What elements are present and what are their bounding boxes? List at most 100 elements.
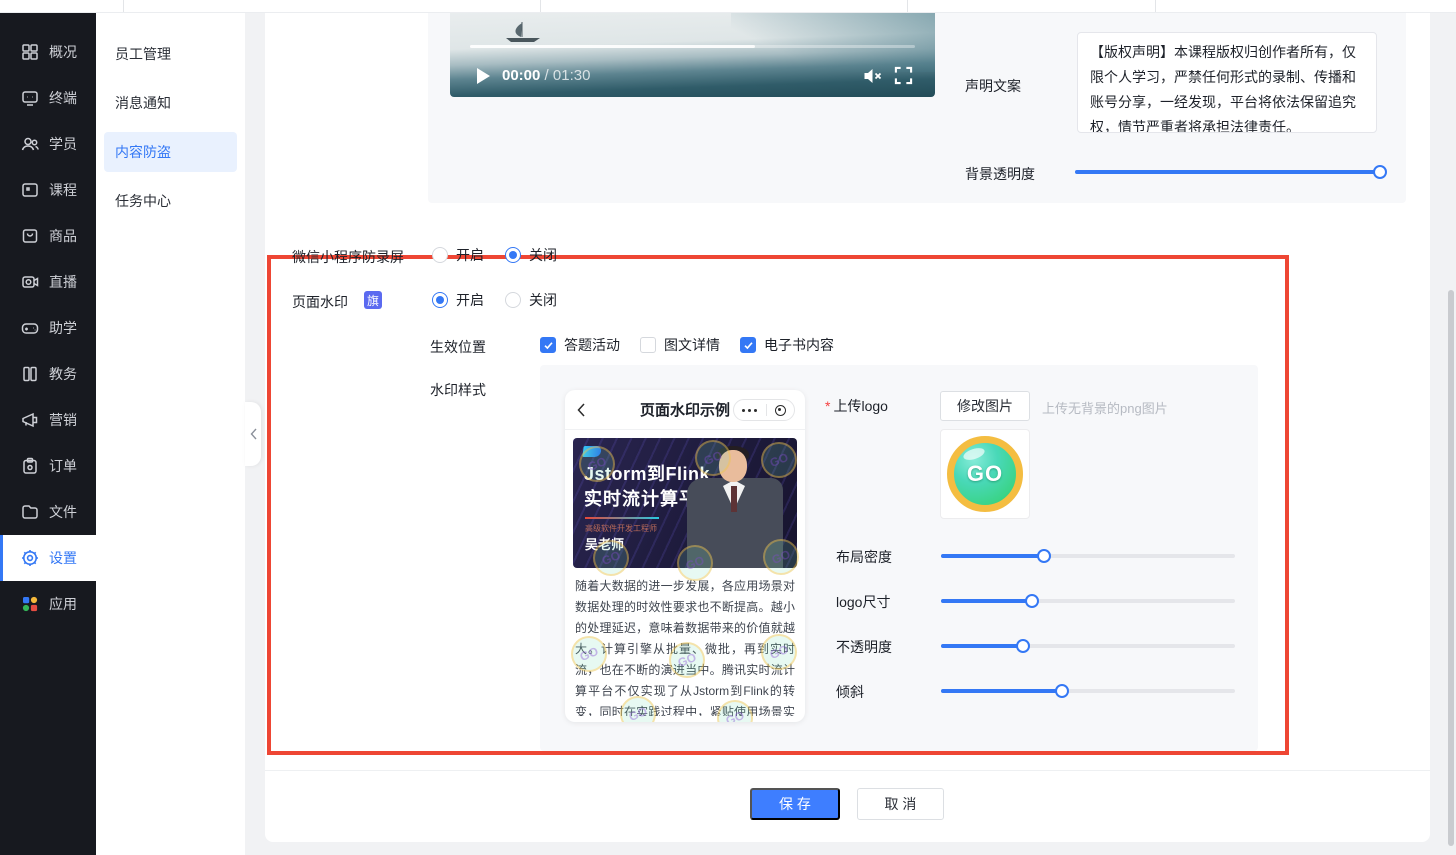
video-preview-player[interactable]: 00:00 / 01:30 [450,13,935,97]
bg-opacity-slider[interactable] [1075,170,1380,174]
sidebar-item-label: 终端 [49,88,77,108]
sidebar-item-terminal[interactable]: 终端 [0,75,96,121]
watermark-off-option[interactable]: 关闭 [505,290,557,310]
radio-unselected-icon[interactable] [505,292,521,308]
course-video-thumbnail: Jstorm到Flink 实时流计算平台 高级软件开发工程师 吴老师 [573,438,797,568]
logo-size-slider[interactable] [941,599,1235,603]
mute-icon[interactable] [863,67,883,85]
video-progress-bar[interactable] [470,45,915,48]
primary-sidebar: 概况 终端 学员 课程 商品 直播 助学 教务 营销 订单 文件 设置 [0,13,96,855]
sidebar-item-overview[interactable]: 概况 [0,29,96,75]
screen-record-label: 微信小程序防录屏 [292,247,404,267]
sidebar-item-apps[interactable]: 应用 [0,581,96,627]
sidebar-item-label: 文件 [49,502,77,522]
radio-selected-icon[interactable] [505,247,521,263]
academic-icon [20,364,40,384]
checkbox-checked-icon[interactable] [740,337,756,353]
page-watermark-row: 页面水印 旗 开启 关闭 [292,290,692,310]
sidebar-item-students[interactable]: 学员 [0,121,96,167]
files-icon [20,502,40,522]
sidebar-item-study-aid[interactable]: 助学 [0,305,96,351]
grid-icon [20,42,40,62]
flagship-badge: 旗 [364,291,382,309]
submenu-item-notifications[interactable]: 消息通知 [104,83,237,123]
logo-size-slider-knob[interactable] [1025,594,1039,608]
page-scrollbar[interactable] [1448,290,1454,846]
opacity-slider-label: 不透明度 [836,637,892,657]
watermark-on-option[interactable]: 开启 [432,290,484,310]
courses-icon [20,180,40,200]
cancel-button[interactable]: 取 消 [857,788,944,820]
top-strip [0,0,1456,13]
screen-record-on-option[interactable]: 开启 [432,245,484,265]
submenu-item-staff[interactable]: 员工管理 [104,34,237,74]
preview-paragraph: 随着大数据的进一步发展，各应用场景对数据处理的时效性要求也不断提高。越小的处理延… [575,576,795,716]
tilt-slider[interactable] [941,689,1235,693]
teacher-photo-tie [731,486,737,512]
play-icon[interactable] [477,68,490,84]
sidebar-item-settings[interactable]: 设置 [0,535,96,581]
more-icon[interactable] [742,409,757,412]
submenu-item-content-protection[interactable]: 内容防盗 [104,132,237,172]
scope-label: 生效位置 [430,337,486,357]
uploaded-logo-box[interactable]: GO [940,429,1030,519]
bg-opacity-label: 背景透明度 [965,164,1035,184]
chevron-left-icon [250,428,257,440]
fullscreen-icon[interactable] [894,66,913,85]
opacity-slider-knob[interactable] [1016,639,1030,653]
scope-option-ebook[interactable]: 电子书内容 [740,335,834,355]
radio-option-label: 开启 [456,290,484,310]
goods-icon [20,226,40,246]
sidebar-collapse-handle[interactable] [245,402,261,466]
sidebar-item-label: 课程 [49,180,77,200]
sidebar-item-goods[interactable]: 商品 [0,213,96,259]
submenu-item-label: 任务中心 [115,191,171,211]
density-slider[interactable] [941,554,1235,558]
scope-option-article[interactable]: 图文详情 [640,335,720,355]
sidebar-item-academic[interactable]: 教务 [0,351,96,397]
radio-option-label: 关闭 [529,245,557,265]
video-duration: 01:30 [553,67,591,84]
radio-unselected-icon[interactable] [432,247,448,263]
students-icon [20,134,40,154]
screen-record-off-option[interactable]: 关闭 [505,245,557,265]
tilt-slider-fill [941,689,1062,693]
watermark-preview-card: 页面水印示例 Jstorm到Flink 实时流计算平台 高级软件开发工程师 吴老… [565,390,805,722]
top-strip-divider [907,0,908,12]
density-slider-knob[interactable] [1037,549,1051,563]
sidebar-item-label: 营销 [49,410,77,430]
sidebar-item-live[interactable]: 直播 [0,259,96,305]
scope-option-quiz[interactable]: 答题活动 [540,335,620,355]
video-current-time: 00:00 [502,67,540,84]
back-chevron-icon[interactable] [577,403,585,417]
opacity-slider[interactable] [941,644,1235,648]
submenu-item-label: 员工管理 [115,44,171,64]
sidebar-item-orders[interactable]: 订单 [0,443,96,489]
sidebar-item-files[interactable]: 文件 [0,489,96,535]
submenu-item-task-center[interactable]: 任务中心 [104,181,237,221]
submenu-item-label: 内容防盗 [115,142,171,162]
checkbox-option-label: 电子书内容 [764,335,834,355]
sidebar-item-marketing[interactable]: 营销 [0,397,96,443]
terminal-icon [20,88,40,108]
tilt-slider-label: 倾斜 [836,682,864,702]
checkbox-unchecked-icon[interactable] [640,337,656,353]
sidebar-item-courses[interactable]: 课程 [0,167,96,213]
checkbox-checked-icon[interactable] [540,337,556,353]
save-button[interactable]: 保 存 [750,788,840,820]
logo-size-slider-label: logo尺寸 [836,592,890,612]
footer-divider [265,770,1430,771]
close-target-icon[interactable] [775,405,786,416]
opacity-slider-fill [941,644,1023,648]
radio-option-label: 开启 [456,245,484,265]
miniprogram-capsule [733,399,795,421]
watermark-scope-row: 生效位置 答题活动 图文详情 电子书内容 [430,335,1130,355]
marketing-icon [20,410,40,430]
modify-image-button[interactable]: 修改图片 [940,391,1030,421]
radio-selected-icon[interactable] [432,292,448,308]
density-slider-fill [941,554,1044,558]
sidebar-item-label: 商品 [49,226,77,246]
declaration-textarea[interactable]: 【版权声明】本课程版权归创作者所有，仅限个人学习，严禁任何形式的录制、传播和账号… [1077,32,1377,133]
tilt-slider-knob[interactable] [1055,684,1069,698]
bg-opacity-slider-knob[interactable] [1373,165,1387,179]
